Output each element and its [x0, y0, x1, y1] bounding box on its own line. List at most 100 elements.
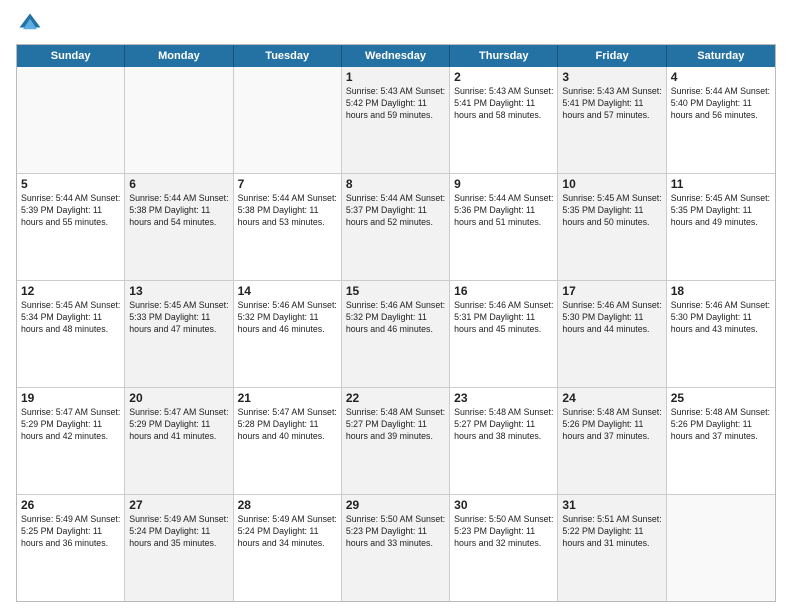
day-info: Sunrise: 5:49 AM Sunset: 5:25 PM Dayligh… [21, 514, 120, 550]
day-number: 1 [346, 70, 445, 84]
day-info: Sunrise: 5:44 AM Sunset: 5:38 PM Dayligh… [238, 193, 337, 229]
day-info: Sunrise: 5:44 AM Sunset: 5:38 PM Dayligh… [129, 193, 228, 229]
day-number: 22 [346, 391, 445, 405]
day-number: 26 [21, 498, 120, 512]
calendar-cell-4: 4 Sunrise: 5:44 AM Sunset: 5:40 PM Daylig… [667, 67, 775, 173]
day-info: Sunrise: 5:45 AM Sunset: 5:35 PM Dayligh… [671, 193, 771, 229]
calendar-cell-20: 20 Sunrise: 5:47 AM Sunset: 5:29 PM Dayli… [125, 388, 233, 494]
day-number: 4 [671, 70, 771, 84]
calendar-cell-15: 15 Sunrise: 5:46 AM Sunset: 5:32 PM Dayli… [342, 281, 450, 387]
calendar-cell-12: 12 Sunrise: 5:45 AM Sunset: 5:34 PM Dayli… [17, 281, 125, 387]
day-number: 5 [21, 177, 120, 191]
day-number: 29 [346, 498, 445, 512]
calendar-cell-19: 19 Sunrise: 5:47 AM Sunset: 5:29 PM Dayli… [17, 388, 125, 494]
calendar-cell-14: 14 Sunrise: 5:46 AM Sunset: 5:32 PM Dayli… [234, 281, 342, 387]
day-number: 10 [562, 177, 661, 191]
day-info: Sunrise: 5:47 AM Sunset: 5:28 PM Dayligh… [238, 407, 337, 443]
calendar-row-3: 19 Sunrise: 5:47 AM Sunset: 5:29 PM Dayli… [17, 388, 775, 495]
day-info: Sunrise: 5:46 AM Sunset: 5:30 PM Dayligh… [671, 300, 771, 336]
day-of-week-wednesday: Wednesday [342, 45, 450, 67]
day-info: Sunrise: 5:51 AM Sunset: 5:22 PM Dayligh… [562, 514, 661, 550]
calendar-cell-empty [17, 67, 125, 173]
calendar-cell-29: 29Sunrise: 5:50 AM Sunset: 5:23 PM Dayli… [342, 495, 450, 601]
calendar-row-1: 5 Sunrise: 5:44 AM Sunset: 5:39 PM Daylig… [17, 174, 775, 281]
calendar-cell-7: 7 Sunrise: 5:44 AM Sunset: 5:38 PM Daylig… [234, 174, 342, 280]
header [16, 10, 776, 38]
calendar-cell-31: 31 Sunrise: 5:51 AM Sunset: 5:22 PM Dayli… [558, 495, 666, 601]
calendar-cell-empty [667, 495, 775, 601]
day-of-week-friday: Friday [558, 45, 666, 67]
calendar-row-4: 26 Sunrise: 5:49 AM Sunset: 5:25 PM Dayli… [17, 495, 775, 601]
calendar-cell-21: 21 Sunrise: 5:47 AM Sunset: 5:28 PM Dayli… [234, 388, 342, 494]
day-info: Sunrise: 5:46 AM Sunset: 5:32 PM Dayligh… [238, 300, 337, 336]
day-of-week-monday: Monday [125, 45, 233, 67]
day-info: Sunrise: 5:43 AM Sunset: 5:42 PM Dayligh… [346, 86, 445, 122]
calendar-body: 1 Sunrise: 5:43 AM Sunset: 5:42 PM Daylig… [17, 67, 775, 601]
calendar-cell-2: 2 Sunrise: 5:43 AM Sunset: 5:41 PM Daylig… [450, 67, 558, 173]
day-info: Sunrise: 5:48 AM Sunset: 5:26 PM Dayligh… [562, 407, 661, 443]
page: SundayMondayTuesdayWednesdayThursdayFrid… [0, 0, 792, 612]
day-info: Sunrise: 5:45 AM Sunset: 5:34 PM Dayligh… [21, 300, 120, 336]
calendar-cell-10: 10 Sunrise: 5:45 AM Sunset: 5:35 PM Dayli… [558, 174, 666, 280]
day-info: Sunrise: 5:49 AM Sunset: 5:24 PM Dayligh… [238, 514, 337, 550]
day-info: Sunrise: 5:46 AM Sunset: 5:31 PM Dayligh… [454, 300, 553, 336]
day-number: 14 [238, 284, 337, 298]
calendar-cell-30: 30 Sunrise: 5:50 AM Sunset: 5:23 PM Dayli… [450, 495, 558, 601]
day-number: 21 [238, 391, 337, 405]
day-info: Sunrise: 5:44 AM Sunset: 5:37 PM Dayligh… [346, 193, 445, 229]
day-info: Sunrise: 5:47 AM Sunset: 5:29 PM Dayligh… [21, 407, 120, 443]
calendar-cell-22: 22Sunrise: 5:48 AM Sunset: 5:27 PM Dayli… [342, 388, 450, 494]
calendar-cell-24: 24Sunrise: 5:48 AM Sunset: 5:26 PM Dayli… [558, 388, 666, 494]
day-info: Sunrise: 5:45 AM Sunset: 5:35 PM Dayligh… [562, 193, 661, 229]
calendar-cell-6: 6 Sunrise: 5:44 AM Sunset: 5:38 PM Daylig… [125, 174, 233, 280]
day-number: 8 [346, 177, 445, 191]
day-info: Sunrise: 5:44 AM Sunset: 5:36 PM Dayligh… [454, 193, 553, 229]
calendar-row-0: 1 Sunrise: 5:43 AM Sunset: 5:42 PM Daylig… [17, 67, 775, 174]
day-number: 15 [346, 284, 445, 298]
day-number: 13 [129, 284, 228, 298]
day-number: 12 [21, 284, 120, 298]
day-info: Sunrise: 5:48 AM Sunset: 5:26 PM Dayligh… [671, 407, 771, 443]
day-of-week-thursday: Thursday [450, 45, 558, 67]
day-info: Sunrise: 5:46 AM Sunset: 5:32 PM Dayligh… [346, 300, 445, 336]
day-number: 11 [671, 177, 771, 191]
day-number: 30 [454, 498, 553, 512]
calendar-cell-empty [125, 67, 233, 173]
day-number: 16 [454, 284, 553, 298]
day-number: 7 [238, 177, 337, 191]
day-info: Sunrise: 5:44 AM Sunset: 5:39 PM Dayligh… [21, 193, 120, 229]
calendar: SundayMondayTuesdayWednesdayThursdayFrid… [16, 44, 776, 602]
calendar-cell-9: 9 Sunrise: 5:44 AM Sunset: 5:36 PM Daylig… [450, 174, 558, 280]
calendar-cell-8: 8 Sunrise: 5:44 AM Sunset: 5:37 PM Daylig… [342, 174, 450, 280]
day-number: 18 [671, 284, 771, 298]
logo [16, 10, 48, 38]
calendar-cell-3: 3Sunrise: 5:43 AM Sunset: 5:41 PM Daylig… [558, 67, 666, 173]
day-info: Sunrise: 5:50 AM Sunset: 5:23 PM Dayligh… [454, 514, 553, 550]
day-info: Sunrise: 5:43 AM Sunset: 5:41 PM Dayligh… [454, 86, 553, 122]
day-number: 25 [671, 391, 771, 405]
calendar-header: SundayMondayTuesdayWednesdayThursdayFrid… [17, 45, 775, 67]
calendar-cell-16: 16 Sunrise: 5:46 AM Sunset: 5:31 PM Dayli… [450, 281, 558, 387]
day-number: 9 [454, 177, 553, 191]
calendar-cell-28: 28 Sunrise: 5:49 AM Sunset: 5:24 PM Dayli… [234, 495, 342, 601]
day-number: 31 [562, 498, 661, 512]
calendar-cell-5: 5 Sunrise: 5:44 AM Sunset: 5:39 PM Daylig… [17, 174, 125, 280]
calendar-cell-empty [234, 67, 342, 173]
day-info: Sunrise: 5:49 AM Sunset: 5:24 PM Dayligh… [129, 514, 228, 550]
day-number: 20 [129, 391, 228, 405]
day-number: 19 [21, 391, 120, 405]
day-number: 17 [562, 284, 661, 298]
day-number: 27 [129, 498, 228, 512]
calendar-cell-11: 11 Sunrise: 5:45 AM Sunset: 5:35 PM Dayli… [667, 174, 775, 280]
day-number: 2 [454, 70, 553, 84]
calendar-cell-23: 23Sunrise: 5:48 AM Sunset: 5:27 PM Dayli… [450, 388, 558, 494]
day-info: Sunrise: 5:45 AM Sunset: 5:33 PM Dayligh… [129, 300, 228, 336]
day-of-week-sunday: Sunday [17, 45, 125, 67]
day-number: 28 [238, 498, 337, 512]
day-number: 3 [562, 70, 661, 84]
day-number: 6 [129, 177, 228, 191]
day-info: Sunrise: 5:48 AM Sunset: 5:27 PM Dayligh… [454, 407, 553, 443]
day-info: Sunrise: 5:47 AM Sunset: 5:29 PM Dayligh… [129, 407, 228, 443]
calendar-cell-1: 1 Sunrise: 5:43 AM Sunset: 5:42 PM Daylig… [342, 67, 450, 173]
day-info: Sunrise: 5:44 AM Sunset: 5:40 PM Dayligh… [671, 86, 771, 122]
